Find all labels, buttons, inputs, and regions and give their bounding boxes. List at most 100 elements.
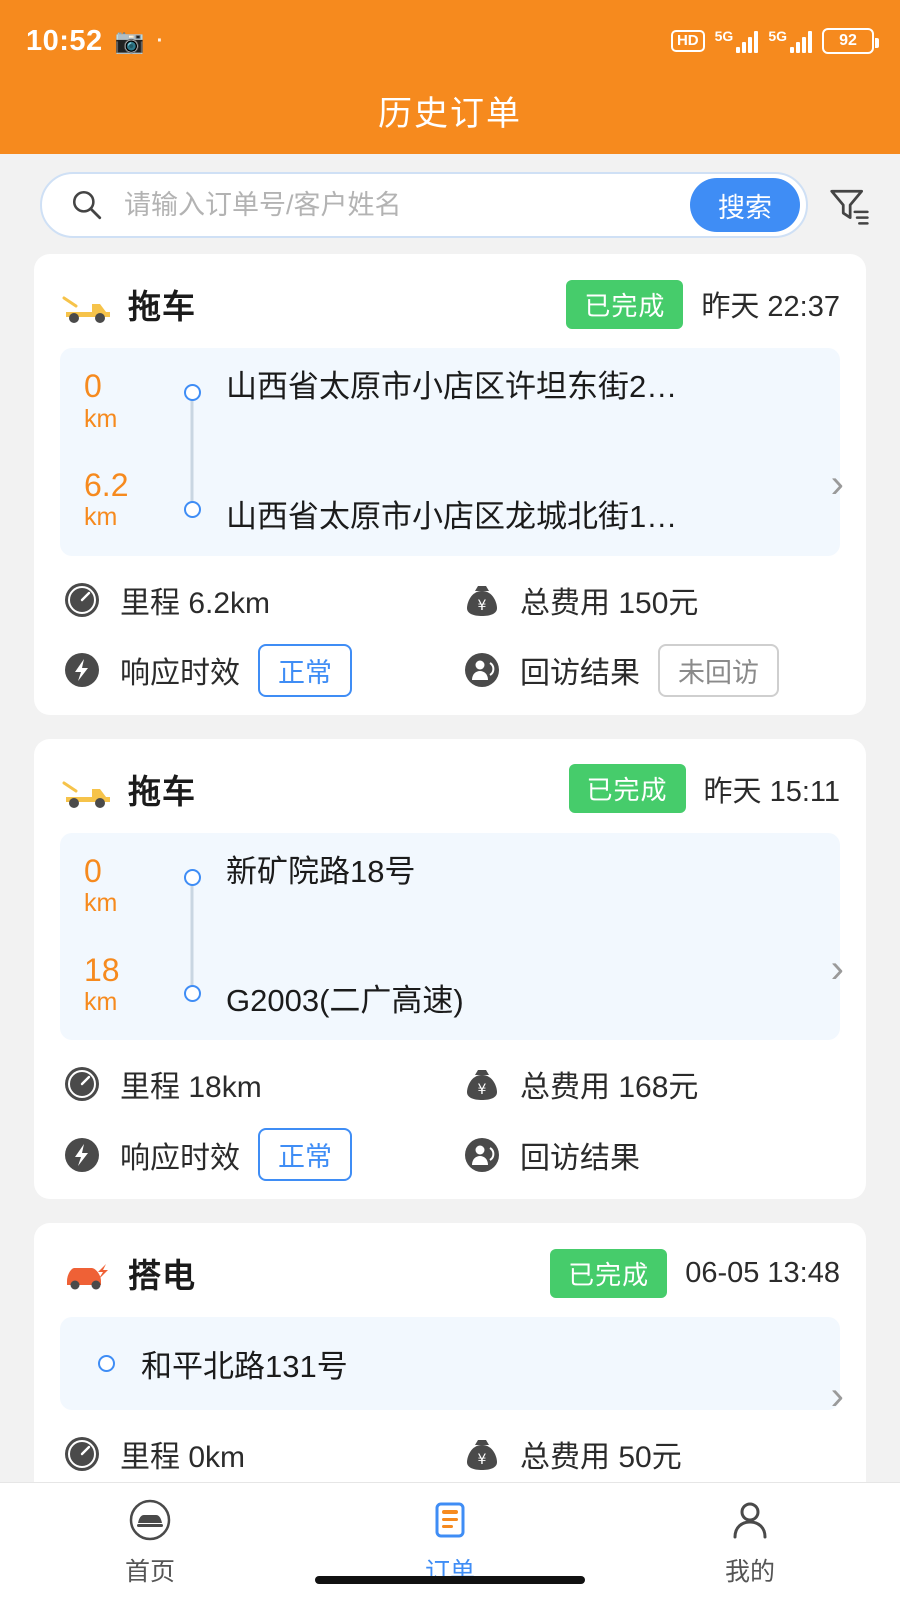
money-bag-icon: ¥: [467, 1070, 497, 1101]
card-chevron-icon[interactable]: ›: [831, 949, 844, 989]
mileage-item: 里程 0km: [60, 1432, 460, 1476]
order-time: 昨天 15:11: [703, 775, 840, 808]
distance-end-value: 6.2: [84, 466, 129, 503]
response-item: 响应时效 正常: [60, 1128, 460, 1182]
hd-label: HD: [676, 32, 699, 50]
jump-start-icon: [67, 1264, 108, 1290]
status-badge: 已完成: [566, 279, 684, 329]
tow-truck-icon: [62, 296, 110, 323]
status-dot-icon: ·: [156, 29, 164, 52]
search-icon: [72, 190, 102, 220]
visit-item: 回访结果 未回访: [460, 643, 779, 697]
svg-text:¥: ¥: [478, 598, 487, 614]
card-chevron-icon[interactable]: ›: [831, 1376, 844, 1416]
speedometer-icon: [65, 582, 99, 617]
card-chevron-icon[interactable]: ›: [831, 464, 844, 504]
speedometer-icon: [65, 1067, 99, 1102]
camera-emoji-icon: 📷: [114, 27, 145, 55]
destination-dot-icon: [183, 985, 201, 1003]
person-icon: [733, 1502, 767, 1538]
battery-level: 92: [839, 32, 857, 49]
fee-item: ¥ 总费用 168元: [460, 1062, 698, 1106]
distance-end-unit: km: [84, 503, 118, 532]
order-card-header: 搭电 已完成 06-05 13:48: [60, 1245, 840, 1301]
fee-item: ¥ 总费用 50元: [460, 1432, 682, 1476]
fee-text: 总费用 150元: [520, 586, 699, 620]
order-time: 昨天 22:37: [701, 291, 840, 323]
svg-text:¥: ¥: [478, 1452, 487, 1468]
order-card-header: 拖车 已完成 昨天 22:37: [60, 276, 840, 332]
distance-start-unit: km: [84, 889, 118, 918]
app-root: 10:52 📷 · HD 5G 5G 92 历史订单 请输入订单号/客户姓名 搜…: [0, 0, 900, 1600]
lightning-icon: [65, 1137, 99, 1172]
route-line: [190, 876, 194, 995]
fee-text: 总费用 50元: [520, 1441, 682, 1475]
fee-item: ¥ 总费用 150元: [460, 578, 698, 622]
tab-home[interactable]: 首页: [0, 1496, 300, 1588]
origin-address: 和平北路131号: [141, 1349, 348, 1385]
origin-dot-icon: [183, 868, 201, 886]
tab-orders[interactable]: 订单: [300, 1496, 600, 1588]
distance-end-value: 18: [84, 951, 120, 988]
response-value: 正常: [258, 643, 352, 697]
tab-home-label: 首页: [124, 1557, 175, 1586]
service-type: 拖车: [128, 288, 196, 325]
visit-label: 回访结果: [520, 657, 640, 691]
money-bag-icon: ¥: [467, 1440, 497, 1471]
distance-column: 0 km 6.2 km: [76, 368, 172, 534]
status-badge: 已完成: [550, 1248, 668, 1298]
distance-start-value: 0: [84, 368, 102, 404]
search-button[interactable]: 搜索: [690, 178, 800, 232]
tab-profile[interactable]: 我的: [600, 1496, 900, 1588]
origin-address: 山西省太原市小店区许坦东街2…: [226, 370, 678, 404]
order-card[interactable]: 拖车 已完成 昨天 15:11 0 km 18 km 新矿院路18号 G2003…: [34, 738, 866, 1200]
hd-voice-icon: HD: [670, 30, 705, 52]
filter-icon[interactable]: [826, 182, 872, 228]
order-meta-row-1: 里程 18km ¥ 总费用 168元: [60, 1062, 840, 1106]
callback-person-icon: [465, 1137, 499, 1172]
order-list-icon: [435, 1502, 465, 1537]
signal-bars-1: [736, 31, 759, 53]
visit-item: 回访结果: [460, 1133, 640, 1177]
mileage-text: 里程 18km: [120, 1071, 262, 1105]
route-dots: [172, 855, 212, 1019]
distance-start: 0 km: [84, 368, 172, 435]
distance-end-unit: km: [84, 988, 118, 1017]
destination-dot-icon: [183, 500, 201, 518]
visit-value: 未回访: [658, 643, 779, 697]
distance-end: 6.2 km: [84, 466, 172, 534]
response-label: 响应时效: [120, 1141, 240, 1175]
origin-dot-icon: [183, 384, 201, 401]
status-bar: 10:52 📷 · HD 5G 5G 92: [0, 16, 900, 66]
order-card[interactable]: 搭电 已完成 06-05 13:48 和平北路131号 里程 0km ¥ 总费用…: [34, 1223, 866, 1482]
address-column: 新矿院路18号 G2003(二广高速): [212, 855, 820, 1019]
fee-text: 总费用 168元: [520, 1071, 699, 1105]
destination-address: 山西省太原市小店区龙城北街1…: [226, 499, 678, 534]
order-meta-row-1: 里程 6.2km ¥ 总费用 150元: [60, 578, 840, 622]
distance-start: 0 km: [84, 854, 172, 920]
car-home-icon: [129, 1499, 171, 1540]
route-box: 和平北路131号: [60, 1317, 840, 1411]
mileage-item: 里程 18km: [60, 1062, 460, 1106]
order-list[interactable]: 拖车 已完成 昨天 22:37 0 km 6.2 km 山西省太原市小店区许坦东…: [0, 254, 900, 1482]
mileage-text: 里程 0km: [120, 1441, 246, 1475]
response-label: 响应时效: [120, 657, 240, 691]
distance-start-unit: km: [84, 404, 118, 433]
battery-icon: 92: [822, 28, 879, 54]
speedometer-icon: [65, 1437, 99, 1472]
order-meta-row-2: 响应时效 正常 回访结果: [60, 1128, 840, 1182]
search-input[interactable]: [124, 189, 690, 221]
search-box[interactable]: 搜索: [40, 172, 808, 238]
route-box: 0 km 6.2 km 山西省太原市小店区许坦东街2… 山西省太原市小店区龙城北…: [60, 348, 840, 556]
service-type: 搭电: [128, 1257, 196, 1295]
order-meta-row-2: 响应时效 正常 回访结果 未回访: [60, 643, 840, 697]
order-card[interactable]: 拖车 已完成 昨天 22:37 0 km 6.2 km 山西省太原市小店区许坦东…: [34, 254, 866, 715]
order-time: 06-05 13:48: [685, 1256, 840, 1289]
status-bar-left: 10:52 📷 ·: [26, 25, 163, 58]
route-dots: [172, 370, 212, 534]
tow-truck-icon: [62, 781, 110, 808]
origin-address: 新矿院路18号: [226, 854, 416, 889]
route-box: 0 km 18 km 新矿院路18号 G2003(二广高速): [60, 832, 840, 1041]
route-line: [190, 392, 194, 510]
origin-dot-icon: [98, 1355, 115, 1373]
